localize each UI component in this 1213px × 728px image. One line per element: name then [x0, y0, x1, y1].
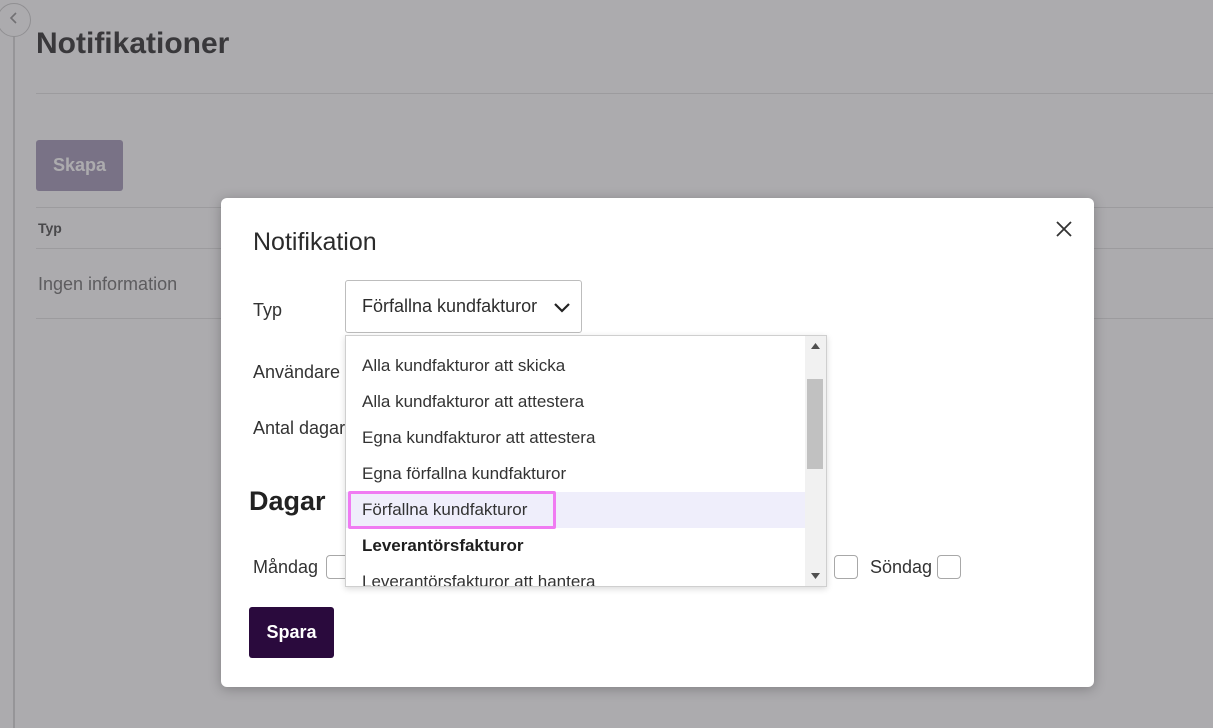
- type-dropdown-list[interactable]: g Alla kundfakturor att skicka Alla kund…: [345, 335, 827, 587]
- type-select[interactable]: Förfallna kundfakturor: [345, 280, 582, 333]
- list-item[interactable]: Alla kundfakturor att attestera: [346, 384, 805, 420]
- modal-title: Notifikation: [253, 228, 377, 256]
- save-button[interactable]: Spara: [249, 607, 334, 658]
- list-item-partial[interactable]: g: [346, 336, 805, 344]
- sunday-label: Söndag: [870, 557, 933, 577]
- chevron-down-icon: [552, 298, 572, 318]
- user-label: Användare: [253, 362, 341, 382]
- days-heading: Dagar: [249, 486, 326, 516]
- close-button[interactable]: [1051, 218, 1077, 244]
- monday-label: Måndag: [253, 557, 319, 577]
- selection-highlight: [348, 491, 556, 529]
- list-item[interactable]: Leverantörsfakturor att hantera: [346, 564, 805, 586]
- scrollbar-thumb[interactable]: [807, 379, 823, 469]
- type-select-value: Förfallna kundfakturor: [362, 296, 538, 316]
- saturday-checkbox[interactable]: [834, 555, 858, 579]
- list-item[interactable]: Egna förfallna kundfakturor: [346, 456, 805, 492]
- list-group-header: Leverantörsfakturor: [362, 536, 524, 555]
- type-label: Typ: [253, 300, 283, 320]
- list-item[interactable]: Egna kundfakturor att attestera: [346, 420, 805, 456]
- close-icon: [1055, 220, 1073, 243]
- days-count-label: Antal dagar: [253, 418, 346, 438]
- list-item[interactable]: Alla kundfakturor att skicka: [346, 348, 805, 384]
- scroll-up-arrow-icon[interactable]: [805, 336, 826, 356]
- scroll-down-arrow-icon[interactable]: [805, 566, 826, 586]
- dropdown-scrollbar[interactable]: [805, 336, 826, 586]
- sunday-checkbox[interactable]: [937, 555, 961, 579]
